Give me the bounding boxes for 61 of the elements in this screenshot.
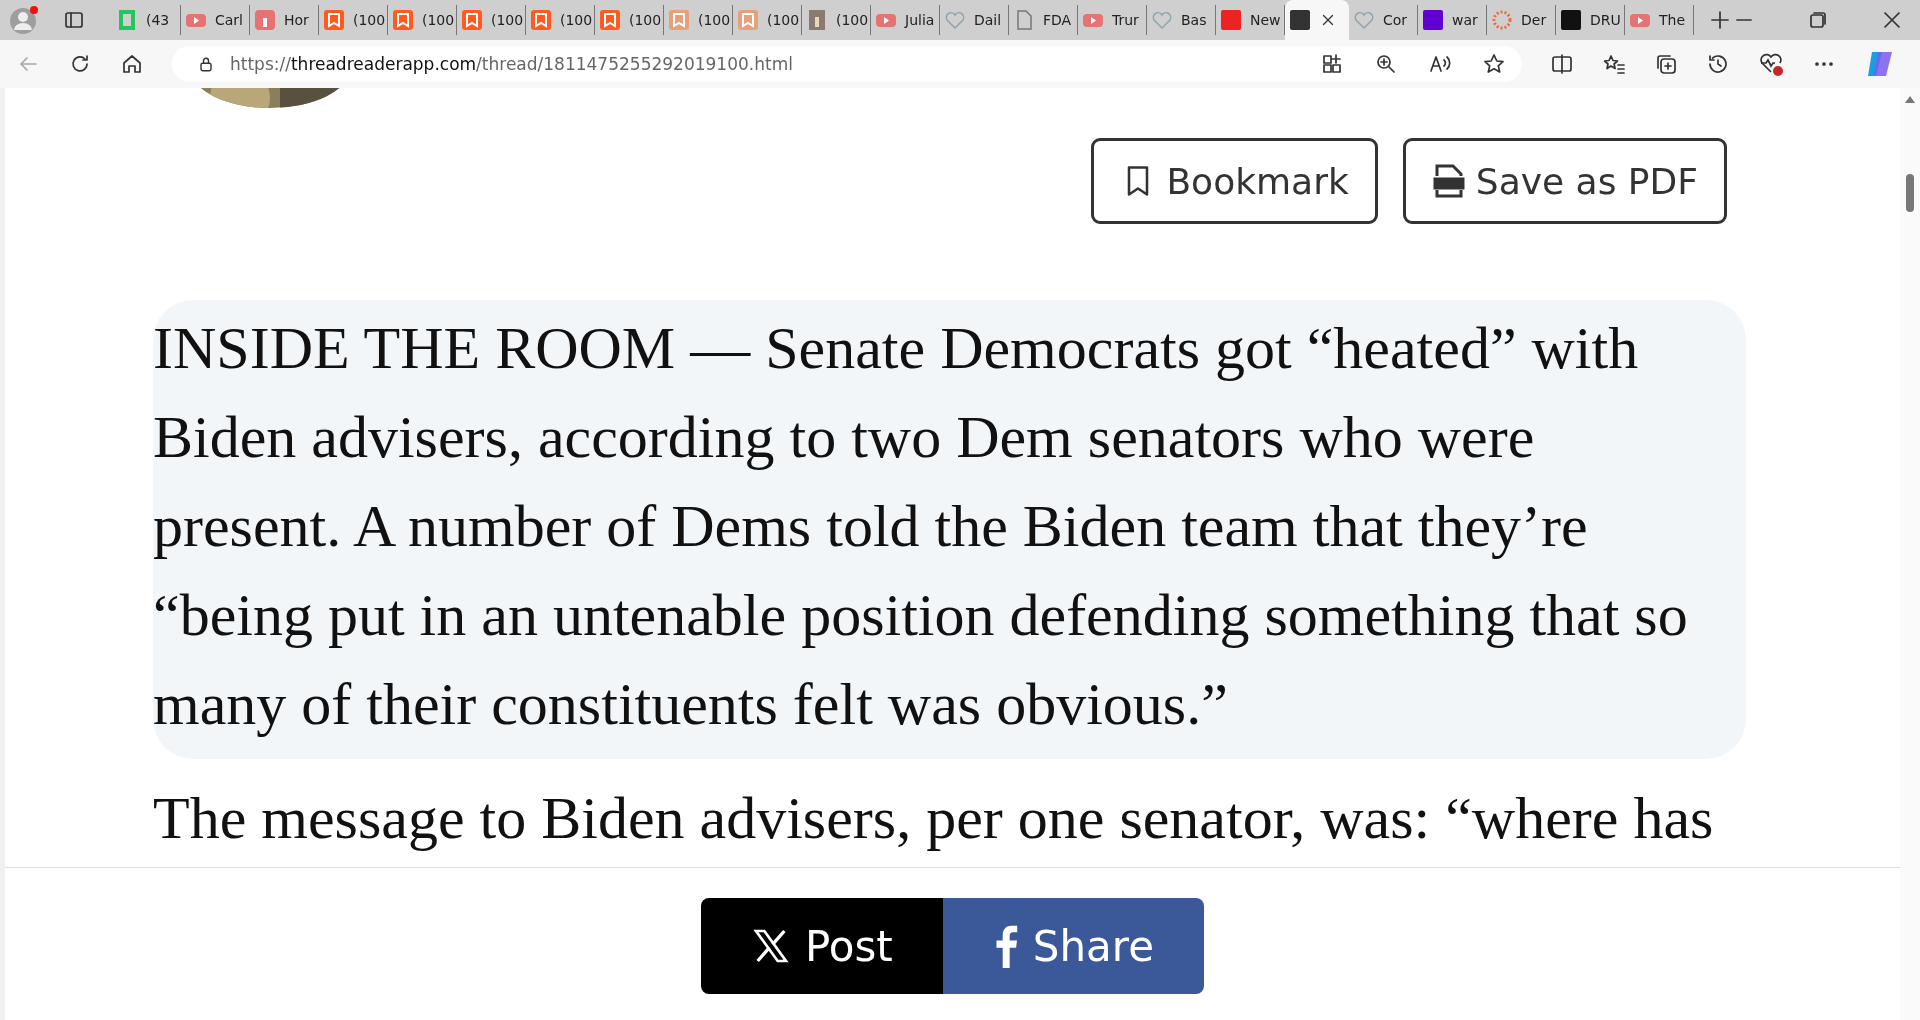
logo-icon	[1289, 9, 1311, 31]
browser-tab[interactable]: FDA	[1009, 5, 1078, 35]
url-text: https://threadreaderapp.com/thread/1811475255292019100.html	[230, 54, 794, 74]
browser-tab[interactable]: (100	[802, 5, 871, 35]
logo-icon	[1422, 9, 1444, 31]
share-button[interactable]: Share	[942, 898, 1205, 994]
bookmark-icon	[668, 9, 690, 31]
browser-tab[interactable]	[1285, 0, 1349, 40]
logo-icon	[1560, 9, 1582, 31]
browser-tab[interactable]: (100	[526, 5, 595, 35]
heart-icon	[1151, 9, 1173, 31]
history-icon[interactable]	[1706, 52, 1730, 76]
quote-paragraph: INSIDE THE ROOM — Senate Democrats got “heated” with Biden advisers, according to two Dem senators who were present. A number of Dems told the Biden team that they’re “being put in an untenable position defending something that so many of their constituents felt was obvious.”	[153, 300, 1746, 759]
browser-tab[interactable]: DRU	[1556, 5, 1625, 35]
bookmark-icon	[599, 9, 621, 31]
browser-tab[interactable]: (100	[733, 5, 802, 35]
browser-tab[interactable]: Julia	[871, 5, 940, 35]
browser-tab[interactable]: (43	[112, 5, 181, 35]
browser-tab[interactable]: Hor	[250, 5, 319, 35]
bookmark-icon	[737, 9, 759, 31]
paragraph: The message to Biden advisers, per one senator, was: “where has	[153, 784, 1715, 853]
health-icon[interactable]	[1758, 51, 1784, 77]
browser-tab[interactable]: (100	[664, 5, 733, 35]
apps-icon[interactable]	[1320, 52, 1344, 76]
zoom-icon[interactable]	[1374, 52, 1398, 76]
photo-icon	[806, 9, 828, 31]
bookmark-icon	[392, 9, 414, 31]
address-bar[interactable]: https://threadreaderapp.com/thread/1811475255292019100.html	[172, 46, 1522, 82]
browser-tab[interactable]: New	[1216, 5, 1285, 35]
star-icon[interactable]	[1482, 52, 1506, 76]
logo-icon	[1220, 9, 1242, 31]
bookmark-button[interactable]: Bookmark	[1091, 138, 1378, 224]
bookmark-icon	[530, 9, 552, 31]
heart-icon	[1353, 9, 1375, 31]
new-tab-icon[interactable]	[1708, 8, 1732, 32]
scroll-up-icon[interactable]	[1904, 94, 1916, 104]
browser-tab[interactable]: (100	[595, 5, 664, 35]
browser-tab[interactable]: Carl	[181, 5, 250, 35]
browser-tab[interactable]: (100	[457, 5, 526, 35]
split-screen-icon[interactable]	[1550, 52, 1574, 76]
home-icon[interactable]	[120, 52, 144, 76]
browser-tab[interactable]: The	[1625, 5, 1694, 35]
scrollbar-thumb[interactable]	[1906, 174, 1914, 212]
pdf-file-icon	[1431, 162, 1466, 200]
browser-tab[interactable]: war	[1418, 5, 1487, 35]
browser-tab[interactable]: (100	[388, 5, 457, 35]
post-button[interactable]: Post	[700, 898, 943, 994]
browser-tab[interactable]: Der	[1487, 5, 1556, 35]
browser-tab[interactable]: (100	[319, 5, 388, 35]
browser-tab[interactable]: Dail	[940, 5, 1009, 35]
collections-icon[interactable]	[1654, 52, 1678, 76]
bookmark-icon	[323, 9, 345, 31]
browser-tab[interactable]: Bas	[1147, 5, 1216, 35]
heart-icon	[944, 9, 966, 31]
favorites-icon[interactable]	[1602, 52, 1626, 76]
browser-tab[interactable]: Trur	[1078, 5, 1147, 35]
profile-icon[interactable]	[8, 4, 40, 36]
bookmark-icon	[461, 9, 483, 31]
browser-tab[interactable]: Cor	[1349, 5, 1418, 35]
save-pdf-button[interactable]: Save as PDF	[1402, 138, 1727, 224]
ring-icon	[1491, 9, 1513, 31]
